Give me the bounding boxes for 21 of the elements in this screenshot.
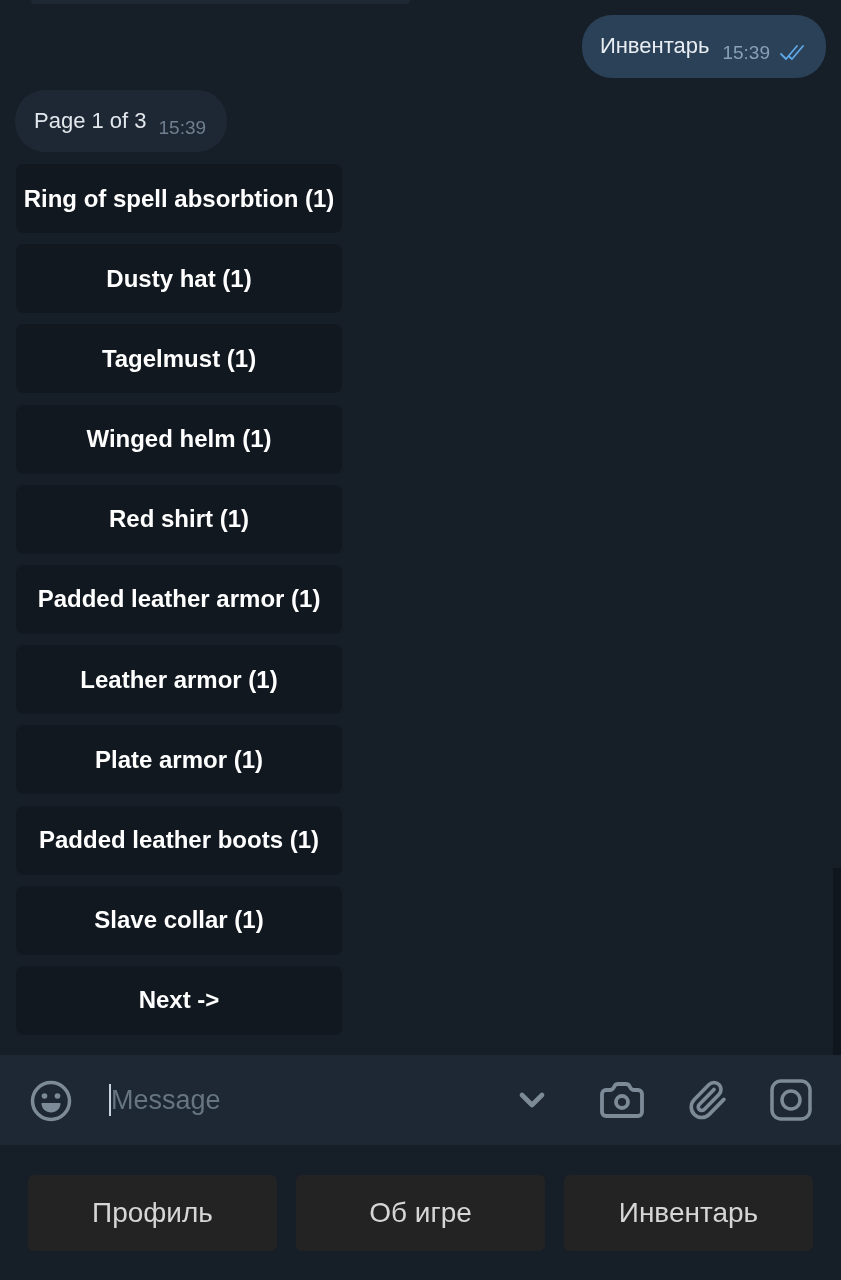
message-text: Page 1 of 3 <box>34 106 147 135</box>
inline-keyboard-button[interactable]: Dusty hat (1) <box>16 244 342 314</box>
message-time: 15:39 <box>722 41 770 66</box>
inline-keyboard-button[interactable]: Winged helm (1) <box>16 404 342 474</box>
inline-keyboard-button[interactable]: Plate armor (1) <box>16 725 342 795</box>
paperclip-icon[interactable] <box>686 1079 728 1121</box>
message-time: 15:39 <box>158 115 207 140</box>
keyboard-button[interactable]: Инвентарь <box>564 1175 813 1251</box>
inline-keyboard-button[interactable]: Padded leather armor (1) <box>16 564 342 634</box>
keyboard-button[interactable]: Профиль <box>28 1175 277 1251</box>
inline-keyboard-button[interactable]: Red shirt (1) <box>16 484 342 554</box>
inline-keyboard-button[interactable]: Leather armor (1) <box>16 645 342 715</box>
inline-keyboard-button[interactable]: Ring of spell absorbtion (1) <box>16 164 342 233</box>
inline-keyboard-button[interactable]: Next -> <box>16 965 342 1035</box>
message-text: Инвентарь <box>599 32 710 60</box>
keyboard-button[interactable]: Об игре <box>296 1175 545 1251</box>
inline-keyboard-button[interactable]: Padded leather boots (1) <box>16 805 342 875</box>
smiley-icon[interactable] <box>30 1080 72 1122</box>
scrollbar[interactable] <box>833 868 841 1055</box>
inline-keyboard-button[interactable]: Tagelmust (1) <box>16 324 342 394</box>
inline-keyboard-button[interactable]: Slave collar (1) <box>16 885 342 955</box>
